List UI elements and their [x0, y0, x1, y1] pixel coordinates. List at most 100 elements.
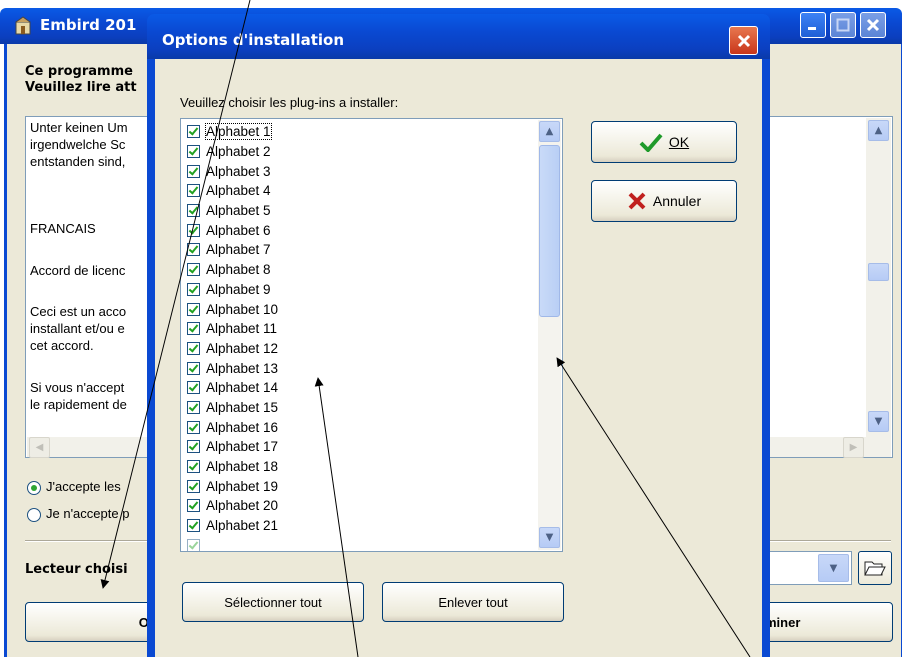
checkbox[interactable]	[187, 183, 200, 197]
list-item-label: Alphabet 9	[206, 281, 271, 297]
checkbox[interactable]	[187, 361, 200, 375]
checkbox[interactable]	[187, 262, 200, 276]
list-item[interactable]: Alphabet 13	[187, 360, 278, 376]
list-item[interactable]: Alphabet 8	[187, 261, 271, 277]
plugin-list[interactable]: Alphabet 1 Alphabet 2 Alphabet 3 Alphabe…	[180, 118, 563, 552]
list-item[interactable]: Alphabet 5	[187, 202, 271, 218]
drive-dropdown-button[interactable]: ▼	[818, 554, 849, 582]
list-item-label: Alphabet 16	[206, 419, 279, 435]
license-vertical-scrollbar[interactable]: ▲ ▼	[866, 118, 891, 438]
checkbox[interactable]	[187, 302, 200, 316]
checkbox[interactable]	[187, 459, 200, 473]
chevron-right-icon: ▶	[849, 442, 858, 453]
checkbox[interactable]	[187, 124, 200, 138]
list-item[interactable]: Alphabet 11	[187, 320, 277, 336]
remove-all-button[interactable]: Enlever tout	[382, 582, 564, 622]
minimize-button[interactable]	[800, 12, 826, 38]
scroll-up-button[interactable]: ▲	[868, 120, 889, 141]
cancel-button[interactable]: Annuler	[591, 180, 737, 222]
list-item[interactable]: Alphabet 9	[187, 281, 271, 297]
scroll-thumb[interactable]	[539, 145, 560, 317]
maximize-icon	[836, 18, 850, 32]
radio-accept[interactable]	[27, 481, 41, 495]
license-line: Si vous n'accept	[30, 380, 125, 395]
radio-decline-label: Je n'accepte p	[46, 506, 130, 521]
checkbox[interactable]	[187, 164, 200, 178]
select-all-button[interactable]: Sélectionner tout	[182, 582, 364, 622]
list-item-label: Alphabet 8	[206, 261, 271, 277]
list-item[interactable]: Alphabet 16	[187, 419, 278, 435]
checkbox[interactable]	[187, 420, 200, 434]
cancel-label: Annuler	[652, 193, 702, 209]
maximize-button[interactable]	[830, 12, 856, 38]
list-item-label: Alphabet 14	[206, 379, 279, 395]
browse-folder-button[interactable]	[858, 551, 892, 585]
license-line: le rapidement de	[30, 397, 127, 412]
list-item[interactable]: Alphabet 1	[187, 122, 272, 140]
radio-decline[interactable]	[27, 508, 41, 522]
list-item[interactable]: Alphabet 6	[187, 222, 271, 238]
list-item-label: Alphabet 10	[206, 301, 279, 317]
chevron-up-icon: ▲	[874, 125, 883, 136]
list-item-label: Alphabet 3	[206, 163, 271, 179]
list-item-partial[interactable]	[187, 537, 206, 551]
list-item[interactable]: Alphabet 12	[187, 340, 278, 356]
checkbox[interactable]	[187, 223, 200, 237]
checkbox[interactable]	[187, 321, 200, 335]
checkbox[interactable]	[187, 282, 200, 296]
list-item[interactable]: Alphabet 4	[187, 182, 271, 198]
list-item[interactable]: Alphabet 15	[187, 399, 278, 415]
ok-button[interactable]: OK	[591, 121, 737, 163]
list-item[interactable]: Alphabet 7	[187, 241, 271, 257]
list-item-label: Alphabet 5	[206, 202, 271, 218]
scroll-down-button[interactable]: ▼	[868, 411, 889, 432]
checkbox[interactable]	[187, 400, 200, 414]
checkbox[interactable]	[187, 203, 200, 217]
list-item[interactable]: Alphabet 10	[187, 301, 278, 317]
chevron-up-icon: ▲	[545, 126, 554, 137]
list-item-label: Alphabet 4	[206, 182, 271, 198]
license-line: irgendwelche Sc	[30, 137, 126, 152]
heading-line-2: Veuillez lire att	[25, 80, 137, 95]
checkbox[interactable]	[187, 341, 200, 355]
license-line: Accord de licenc	[30, 263, 126, 278]
chevron-down-icon: ▼	[829, 562, 838, 574]
list-item-label: Alphabet 6	[206, 222, 271, 238]
radio-accept-label: J'accepte les	[46, 479, 121, 494]
list-item-label: Alphabet 17	[206, 438, 279, 454]
list-item[interactable]: Alphabet 2	[187, 143, 271, 159]
chevron-down-icon: ▼	[874, 416, 883, 427]
checkbox[interactable]	[187, 479, 200, 493]
list-item-label: Alphabet 11	[206, 320, 278, 336]
checkbox[interactable]	[187, 538, 200, 551]
heading-line-1: Ce programme	[25, 64, 133, 79]
close-icon	[866, 18, 880, 32]
checkbox[interactable]	[187, 439, 200, 453]
background-close-button[interactable]	[860, 12, 886, 38]
plugin-prompt: Veuillez choisir les plug-ins a installe…	[180, 95, 399, 110]
ok-label: OK	[668, 134, 690, 150]
scroll-up-button[interactable]: ▲	[539, 121, 560, 142]
background-window-title: Embird 201	[40, 16, 137, 34]
list-item[interactable]: Alphabet 3	[187, 163, 271, 179]
scroll-thumb[interactable]	[868, 263, 889, 281]
scroll-down-button[interactable]: ▼	[539, 527, 560, 548]
list-item[interactable]: Alphabet 19	[187, 478, 278, 494]
checkbox[interactable]	[187, 518, 200, 532]
list-item[interactable]: Alphabet 21	[187, 517, 278, 533]
list-item[interactable]: Alphabet 20	[187, 497, 278, 513]
scroll-right-button[interactable]: ▶	[843, 437, 864, 458]
close-icon	[737, 34, 750, 47]
license-line: Ceci est un acco	[30, 304, 127, 319]
dialog-close-button[interactable]	[729, 26, 758, 55]
scroll-left-button[interactable]: ◀	[29, 437, 50, 458]
checkbox[interactable]	[187, 498, 200, 512]
checkbox[interactable]	[187, 144, 200, 158]
list-item[interactable]: Alphabet 14	[187, 379, 278, 395]
license-line: Unter keinen Um	[30, 120, 128, 135]
list-item[interactable]: Alphabet 17	[187, 438, 278, 454]
checkbox[interactable]	[187, 242, 200, 256]
checkbox[interactable]	[187, 380, 200, 394]
list-item[interactable]: Alphabet 18	[187, 458, 278, 474]
dialog-title: Options d'installation	[162, 31, 345, 49]
